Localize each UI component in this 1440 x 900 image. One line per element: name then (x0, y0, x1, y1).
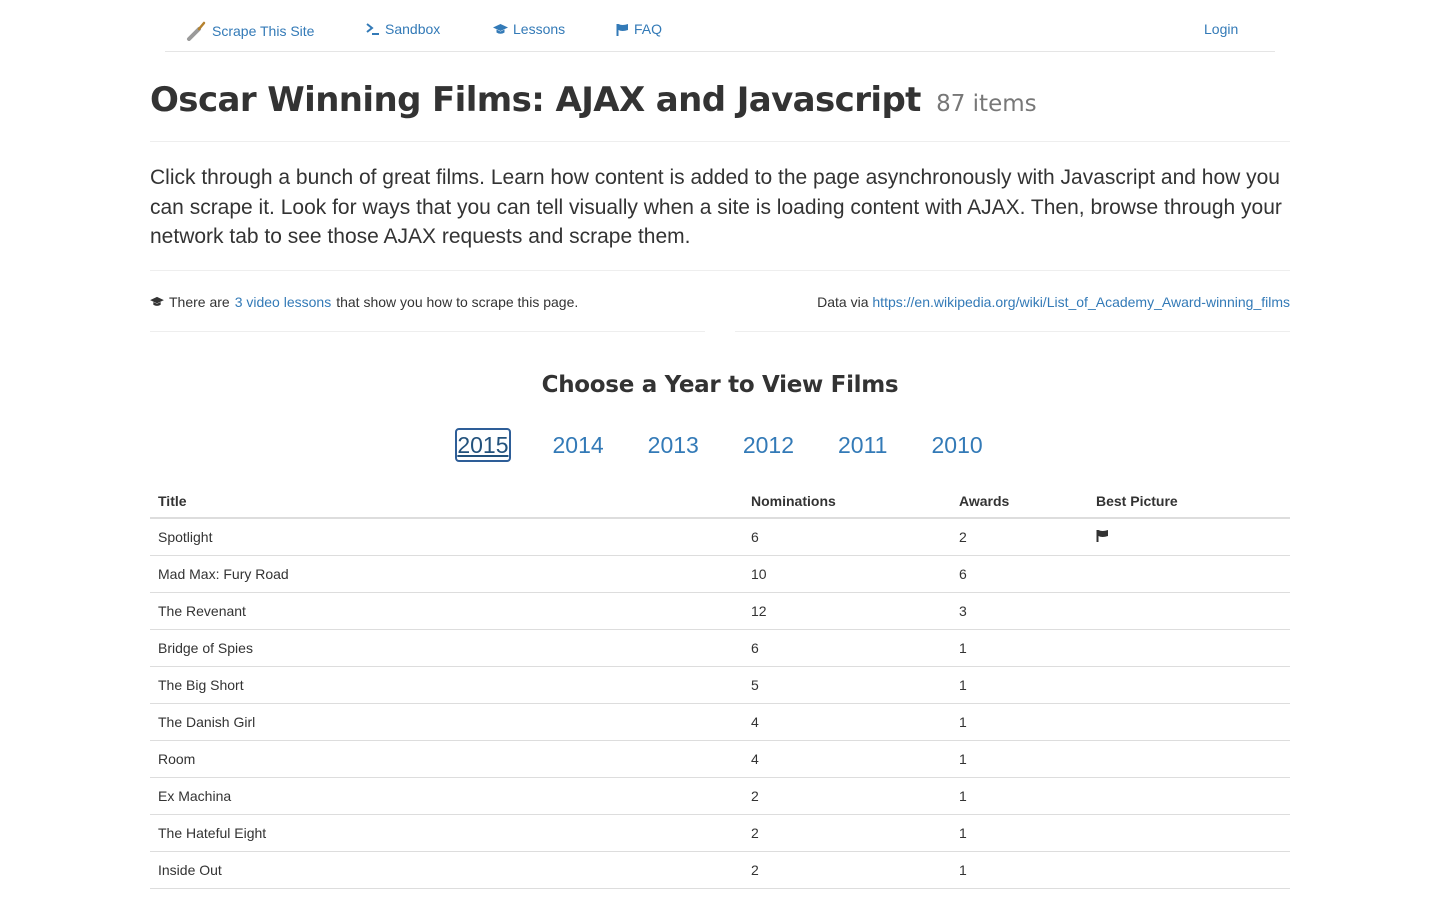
year-link-2013[interactable]: 2013 (648, 430, 699, 460)
table-row: Ex Machina 2 1 (150, 777, 1290, 815)
title-divider (150, 141, 1290, 142)
film-awards: 1 (951, 629, 1088, 667)
header-awards: Awards (951, 484, 1088, 519)
page-title: Oscar Winning Films: AJAX and Javascript… (150, 80, 1037, 120)
item-count: 87 items (936, 91, 1037, 117)
film-title: The Danish Girl (150, 703, 743, 741)
lessons-info: There are 3 video lessons that show you … (150, 294, 578, 310)
table-row: The Revenant 12 3 (150, 592, 1290, 630)
info-divider-right (735, 331, 1290, 332)
film-title: The Big Short (150, 666, 743, 704)
film-nominations: 6 (743, 629, 951, 667)
film-awards: 1 (951, 777, 1088, 815)
nav-faq-link[interactable]: FAQ (616, 21, 662, 37)
flag-icon (1096, 529, 1109, 545)
page-container: Scrape This Site Sandbox Lessons FAQ Log… (150, 0, 1290, 889)
nav-login-link[interactable]: Login (1204, 21, 1238, 37)
films-table: Title Nominations Awards Best Picture Sp… (150, 484, 1290, 889)
header-nominations: Nominations (743, 484, 951, 519)
graduation-cap-icon (150, 294, 164, 310)
info-divider-left (150, 331, 705, 332)
wikipedia-source-link[interactable]: https://en.wikipedia.org/wiki/List_of_Ac… (872, 294, 1290, 310)
film-nominations: 6 (743, 518, 951, 556)
film-title: Mad Max: Fury Road (150, 555, 743, 593)
film-title: Room (150, 740, 743, 778)
table-row: Inside Out 2 1 (150, 851, 1290, 889)
film-nominations: 2 (743, 814, 951, 852)
film-nominations: 4 (743, 703, 951, 741)
film-nominations: 12 (743, 592, 951, 630)
year-link-2011[interactable]: 2011 (838, 430, 887, 460)
film-awards: 1 (951, 703, 1088, 741)
year-section-title: Choose a Year to View Films (541, 372, 899, 398)
year-link-2015[interactable]: 2015 (455, 428, 511, 462)
year-selector: 2015 2014 2013 2012 2011 2010 (150, 428, 1290, 462)
film-nominations: 2 (743, 777, 951, 815)
lessons-info-suffix: that show you how to scrape this page. (336, 294, 579, 310)
film-best-picture (1088, 740, 1290, 778)
film-nominations: 5 (743, 666, 951, 704)
film-awards: 2 (951, 518, 1088, 556)
film-awards: 1 (951, 740, 1088, 778)
film-title: The Revenant (150, 592, 743, 630)
table-row: The Hateful Eight 2 1 (150, 814, 1290, 852)
film-best-picture (1088, 592, 1290, 630)
film-title: The Hateful Eight (150, 814, 743, 852)
film-title: Ex Machina (150, 777, 743, 815)
film-title: Bridge of Spies (150, 629, 743, 667)
film-nominations: 2 (743, 851, 951, 889)
film-title: Inside Out (150, 851, 743, 889)
film-best-picture (1088, 703, 1290, 741)
nav-lessons-label: Lessons (513, 21, 566, 37)
spatula-icon (185, 21, 207, 41)
film-best-picture (1088, 629, 1290, 667)
year-link-2010[interactable]: 2010 (931, 430, 982, 460)
table-row: Mad Max: Fury Road 10 6 (150, 555, 1290, 593)
lead-divider (150, 270, 1290, 271)
navbar: Scrape This Site Sandbox Lessons FAQ Log… (165, 0, 1275, 52)
table-row: Room 4 1 (150, 740, 1290, 778)
film-best-picture (1088, 666, 1290, 704)
film-awards: 1 (951, 851, 1088, 889)
film-awards: 6 (951, 555, 1088, 593)
table-row: Spotlight 6 2 (150, 518, 1290, 556)
film-best-picture (1088, 555, 1290, 593)
film-awards: 3 (951, 592, 1088, 630)
terminal-icon (366, 23, 380, 35)
film-best-picture (1088, 851, 1290, 889)
table-header-row: Title Nominations Awards Best Picture (150, 484, 1290, 519)
table-row: The Big Short 5 1 (150, 666, 1290, 704)
page-title-text: Oscar Winning Films: AJAX and Javascript (150, 80, 921, 120)
nav-login-label: Login (1204, 21, 1239, 37)
year-link-2012[interactable]: 2012 (743, 430, 794, 460)
nav-sandbox-link[interactable]: Sandbox (366, 21, 440, 37)
header-title: Title (150, 484, 743, 519)
film-best-picture (1088, 518, 1290, 556)
lessons-info-prefix: There are (169, 294, 230, 310)
film-awards: 1 (951, 814, 1088, 852)
film-best-picture (1088, 814, 1290, 852)
data-via-label: Data via (817, 294, 869, 310)
video-lessons-link[interactable]: 3 video lessons (235, 294, 332, 310)
header-best-picture: Best Picture (1088, 484, 1290, 519)
nav-faq-label: FAQ (634, 21, 663, 37)
lead-paragraph: Click through a bunch of great films. Le… (150, 166, 1282, 248)
table-row: The Danish Girl 4 1 (150, 703, 1290, 741)
flag-icon (616, 23, 629, 36)
film-best-picture (1088, 777, 1290, 815)
film-title: Spotlight (150, 518, 743, 556)
nav-brand-label: Scrape This Site (212, 23, 315, 39)
nav-brand-link[interactable]: Scrape This Site (185, 21, 314, 41)
nav-sandbox-label: Sandbox (385, 21, 441, 37)
graduation-cap-icon (493, 23, 508, 35)
film-nominations: 4 (743, 740, 951, 778)
film-awards: 1 (951, 666, 1088, 704)
nav-lessons-link[interactable]: Lessons (493, 21, 565, 37)
film-nominations: 10 (743, 555, 951, 593)
data-source-info: Data via https://en.wikipedia.org/wiki/L… (817, 294, 1290, 310)
year-link-2014[interactable]: 2014 (553, 430, 604, 460)
table-row: Bridge of Spies 6 1 (150, 629, 1290, 667)
